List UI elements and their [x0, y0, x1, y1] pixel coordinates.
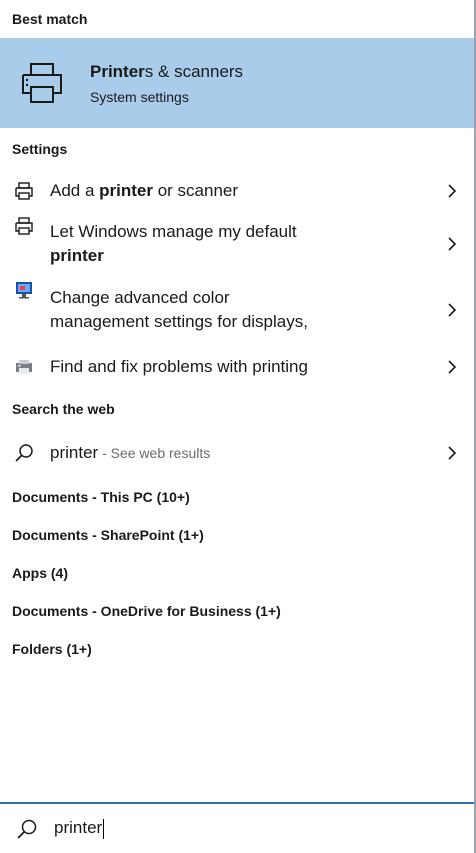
- settings-item-default-printer[interactable]: Let Windows manage my default printer: [0, 212, 474, 276]
- search-results-panel: Best match Printers & scanners System se…: [0, 0, 476, 853]
- category-documents-onedrive[interactable]: Documents - OneDrive for Business (1+): [0, 592, 474, 630]
- chevron-right-icon: [448, 184, 457, 198]
- settings-item-label: Change advanced color management settings…: [50, 288, 308, 331]
- category-documents-this-pc[interactable]: Documents - This PC (10+): [0, 478, 474, 516]
- chevron-right-icon: [448, 237, 457, 251]
- chevron-right-icon: [448, 303, 457, 317]
- web-result-label: printer - See web results: [50, 443, 211, 462]
- search-icon: [17, 819, 37, 839]
- printer-small-icon: [14, 181, 34, 201]
- category-apps[interactable]: Apps (4): [0, 554, 474, 592]
- settings-item-label: Find and fix problems with printing: [50, 357, 308, 376]
- settings-item-label: Let Windows manage my default printer: [50, 222, 297, 265]
- printer-icon: [22, 63, 62, 103]
- web-result-printer[interactable]: printer - See web results: [0, 428, 474, 478]
- best-match-subtitle: System settings: [90, 88, 189, 105]
- printer-small-icon: [14, 216, 34, 236]
- search-web-header: Search the web: [12, 401, 115, 417]
- search-box[interactable]: printer: [0, 802, 474, 853]
- category-folders[interactable]: Folders (1+): [0, 630, 474, 668]
- settings-item-label: Add a printer or scanner: [50, 181, 239, 200]
- settings-item-troubleshoot-printing[interactable]: Find and fix problems with printing: [0, 344, 474, 390]
- search-input[interactable]: printer: [54, 818, 105, 839]
- printer-troubleshoot-icon: [14, 357, 34, 377]
- settings-item-add-printer[interactable]: Add a printer or scanner: [0, 170, 474, 212]
- display-color-icon: [14, 280, 34, 300]
- category-documents-sharepoint[interactable]: Documents - SharePoint (1+): [0, 516, 474, 554]
- chevron-right-icon: [448, 446, 457, 460]
- chevron-right-icon: [448, 360, 457, 374]
- settings-header: Settings: [12, 141, 68, 157]
- search-icon: [14, 443, 34, 463]
- text-caret: [103, 818, 105, 839]
- best-match-header: Best match: [12, 11, 88, 27]
- settings-item-color-management[interactable]: Change advanced color management settings…: [0, 276, 474, 344]
- best-match-printers-scanners[interactable]: Printers & scanners System settings: [0, 38, 474, 128]
- best-match-title: Printers & scanners: [90, 61, 244, 81]
